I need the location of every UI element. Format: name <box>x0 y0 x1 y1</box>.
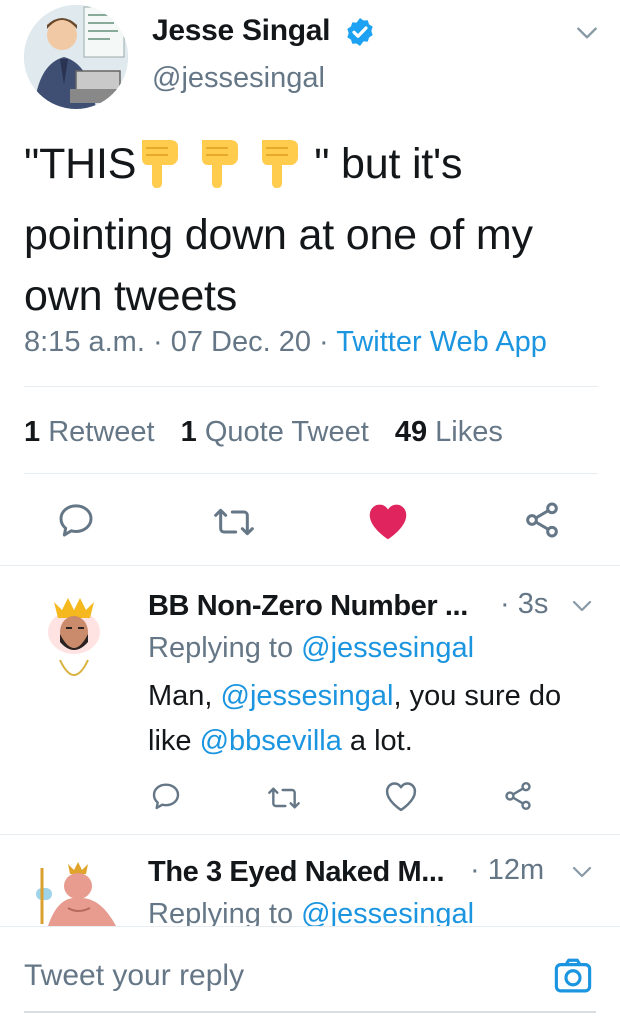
reply-text: Man, @jessesingal, you sure do like @bbs… <box>148 674 604 764</box>
reply-input-underline <box>24 1011 596 1013</box>
retweets-stat[interactable]: 1 Retweet <box>24 416 155 448</box>
heart-icon[interactable] <box>384 780 418 812</box>
tweet-date[interactable]: 07 Dec. 20 <box>171 326 311 358</box>
reply-input[interactable]: Tweet your reply <box>24 959 244 993</box>
share-icon[interactable] <box>502 780 534 812</box>
tweet-text-line-1: "THIS " but it's <box>24 134 604 205</box>
divider <box>0 834 620 835</box>
tweet-meta: 8:15 a.m. · 07 Dec. 20 · Twitter Web App <box>24 326 547 359</box>
quote-tweets-stat[interactable]: 1 Quote Tweet <box>181 416 369 448</box>
mention-link[interactable]: @bbsevilla <box>200 725 342 757</box>
divider <box>24 473 598 474</box>
reply-time: · 12m <box>470 854 545 886</box>
meta-separator: · <box>319 326 329 358</box>
reply-author-name[interactable]: BB Non-Zero Number ... <box>148 590 468 623</box>
reply-time: · 3s <box>500 588 549 620</box>
point-down-emoji <box>138 134 186 205</box>
verified-badge-icon <box>344 16 376 48</box>
mention-link[interactable]: @jessesingal <box>221 680 394 712</box>
reply-avatar-illustration <box>36 862 116 926</box>
chevron-down-icon[interactable] <box>570 860 594 884</box>
reply-avatar[interactable] <box>40 590 112 700</box>
meta-separator: · <box>152 326 163 358</box>
divider <box>0 565 620 566</box>
tweet-text-line-2: pointing down at one of my <box>24 211 533 259</box>
reply-icon[interactable] <box>150 780 182 812</box>
reply-text-line-2: like @bbsevilla a lot. <box>148 725 413 757</box>
reply-icon[interactable] <box>56 500 96 540</box>
divider <box>24 386 598 387</box>
point-down-emoji <box>258 134 306 205</box>
author-avatar-illustration <box>24 5 128 109</box>
share-icon[interactable] <box>522 500 562 540</box>
retweet-icon[interactable] <box>266 782 302 814</box>
author-name[interactable]: Jesse Singal <box>152 14 330 48</box>
heart-icon[interactable] <box>366 500 410 542</box>
reply-author-name[interactable]: The 3 Eyed Naked M... <box>148 856 445 889</box>
tweet-source-link[interactable]: Twitter Web App <box>336 326 547 358</box>
reply-avatar[interactable] <box>28 858 124 926</box>
point-down-emoji <box>198 134 246 205</box>
tweet-text-line-3: own tweets <box>24 272 238 320</box>
tweet-text: "THIS " but it's pointing down at one of… <box>24 134 604 327</box>
reply-composer: Tweet your reply <box>0 926 620 1025</box>
chevron-down-icon[interactable] <box>574 20 600 46</box>
camera-icon[interactable] <box>552 955 594 997</box>
retweet-icon[interactable] <box>212 502 256 542</box>
likes-stat[interactable]: 49 Likes <box>395 416 503 448</box>
replying-to: Replying to @jessesingal <box>148 632 475 664</box>
reply-text-line-1: Man, @jessesingal, you sure do <box>148 680 562 712</box>
author-handle[interactable]: @jessesingal <box>152 62 325 95</box>
reply-avatar-illustration <box>48 598 100 676</box>
tweet-stats: 1 Retweet 1 Quote Tweet 49 Likes <box>24 416 503 449</box>
replying-to-handle[interactable]: @jessesingal <box>301 632 474 664</box>
chevron-down-icon[interactable] <box>570 594 594 618</box>
tweet-time[interactable]: 8:15 a.m. <box>24 326 145 358</box>
author-avatar[interactable] <box>24 5 128 109</box>
